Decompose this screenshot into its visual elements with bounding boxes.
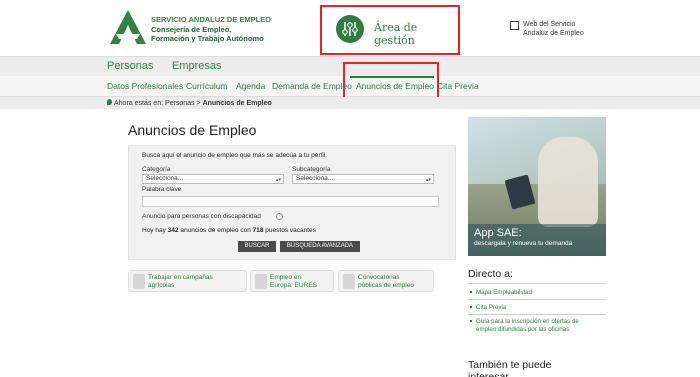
org-name-line1: SERVICIO ANDALUZ DE EMPLEO xyxy=(151,15,272,24)
link-divider xyxy=(468,314,606,315)
search-intro: Busca aquí el anuncio de empleo que más … xyxy=(142,152,328,159)
highlight-anuncios xyxy=(343,62,439,101)
quick-link-line2: Europa: EURES xyxy=(270,282,317,289)
web-link-line2: Andaluz de Empleo xyxy=(523,30,584,37)
disability-checkbox[interactable] xyxy=(276,213,283,220)
directo-divider xyxy=(468,283,606,284)
page-title: Anuncios de Empleo xyxy=(128,122,257,138)
breadcrumb-current: Anuncios de Empleo xyxy=(202,100,272,107)
disability-label: Anuncio para personas con discapacidad xyxy=(142,213,261,220)
link-label: Mapa Empleabilidad xyxy=(476,289,533,296)
count-suffix: puestos vacantes xyxy=(265,227,316,234)
search-form: Busca aquí el anuncio de empleo que más … xyxy=(128,145,456,260)
eu-flag-icon xyxy=(255,274,267,289)
promo-caption: App SAE: descargala y renueva tu demanda xyxy=(468,224,606,256)
link-label: Cita Previa xyxy=(476,304,507,311)
web-sae-link[interactable]: Web del Servicio Andaluz de Empleo xyxy=(510,20,584,38)
link-mapa-empleabilidad[interactable]: Mapa Empleabilidad xyxy=(470,289,595,297)
quick-link-line2: públicas de empleo xyxy=(358,282,415,289)
category-select[interactable]: Selecciona... ▴▾ xyxy=(142,174,284,184)
external-link-icon xyxy=(510,21,519,30)
nav-datos-profesionales[interactable]: Datos Profesionales xyxy=(107,81,183,91)
app-sae-promo[interactable]: App SAE: descargala y renueva tu demanda xyxy=(468,117,606,256)
sae-logo-icon[interactable] xyxy=(110,10,146,44)
also-line1: También te puede xyxy=(468,359,552,371)
keyword-input[interactable] xyxy=(142,196,439,207)
promo-person-image xyxy=(538,137,598,227)
count-vacancies: 718 xyxy=(252,227,264,234)
subcategory-label: Subcategoría xyxy=(292,166,331,173)
also-interest-heading: También te puede interesar xyxy=(468,359,551,377)
location-pin-icon xyxy=(107,99,112,105)
quick-link-convocatorias[interactable]: Convocatorias públicas de empleo xyxy=(338,270,434,292)
category-value: Selecciona... xyxy=(146,175,184,182)
breadcrumb-separator: > xyxy=(196,100,201,107)
tab-empresas[interactable]: Empresas xyxy=(172,60,222,72)
subcategory-value: Selecciona... xyxy=(296,175,334,182)
nav-curriculum[interactable]: Currículum xyxy=(186,81,228,91)
quick-link-eures[interactable]: Empleo en Europa: EURES xyxy=(250,270,334,292)
directo-heading: Directo a: xyxy=(468,268,513,280)
select-arrows-icon: ▴▾ xyxy=(425,177,431,183)
site-header: SERVICIO ANDALUZ DE EMPLEO Consejería de… xyxy=(0,0,700,56)
keyword-label: Palabra clave xyxy=(142,186,182,193)
sliders-icon xyxy=(336,15,364,43)
quick-link-campanas[interactable]: Trabajar en campañas agrícolas xyxy=(128,270,247,292)
nav-demanda-empleo[interactable]: Demanda de Empleo xyxy=(272,81,352,91)
bullet-icon xyxy=(470,320,472,323)
advanced-search-button[interactable]: BÚSQUEDA AVANZADA xyxy=(280,241,360,252)
breadcrumb: Ahora estás en: Personas > Anuncios de E… xyxy=(0,97,700,109)
people-icon xyxy=(343,274,355,289)
quick-link-line1: Convocatorias xyxy=(358,274,400,281)
nav-cita-previa[interactable]: Cita Previa xyxy=(437,81,479,91)
org-name-line2: Consejería de Empleo, xyxy=(151,24,232,34)
area-gestion-link[interactable]: Área de gestión xyxy=(320,5,460,55)
select-arrows-icon: ▴▾ xyxy=(275,177,281,183)
link-divider xyxy=(468,299,606,300)
promo-title: App SAE: xyxy=(474,227,522,239)
nav-agenda[interactable]: Agenda xyxy=(236,81,265,91)
org-name: SERVICIO ANDALUZ DE EMPLEO Consejería de… xyxy=(151,15,271,44)
breadcrumb-personas[interactable]: Personas xyxy=(165,100,195,107)
count-prefix: Hoy hay xyxy=(142,227,166,234)
also-line2: interesar xyxy=(468,371,509,377)
promo-subtitle: descargala y renueva tu demanda xyxy=(474,240,573,247)
web-link-line1: Web del Servicio xyxy=(523,21,576,28)
drop-icon xyxy=(133,274,145,289)
bullet-icon xyxy=(470,306,472,309)
quick-link-line2: agrícolas xyxy=(148,282,175,289)
count-middle: anuncios de empleo con xyxy=(180,227,251,234)
link-cita-previa[interactable]: Cita Previa xyxy=(470,304,595,312)
org-name-line3: Formación y Trabajo Autónomo xyxy=(151,34,264,43)
link-label: Guía para la inscripción en ofertas de e… xyxy=(476,318,579,333)
tab-personas[interactable]: Personas xyxy=(107,60,153,72)
link-guia-inscripcion[interactable]: Guía para la inscripción en ofertas de e… xyxy=(470,318,595,334)
subcategory-select[interactable]: Selecciona... ▴▾ xyxy=(292,174,434,184)
ads-count: Hoy hay 342 anuncios de empleo con 718 p… xyxy=(142,227,316,234)
quick-link-line1: Empleo en xyxy=(270,274,302,281)
breadcrumb-prefix: Ahora estás en: xyxy=(114,100,164,107)
area-gestion-label: Área de gestión xyxy=(374,21,418,47)
search-button[interactable]: BUSCAR xyxy=(238,241,276,252)
count-ads: 342 xyxy=(167,227,179,234)
bullet-icon xyxy=(470,291,472,294)
quick-link-line1: Trabajar en campañas xyxy=(148,274,213,281)
category-label: Categoría xyxy=(142,166,171,173)
